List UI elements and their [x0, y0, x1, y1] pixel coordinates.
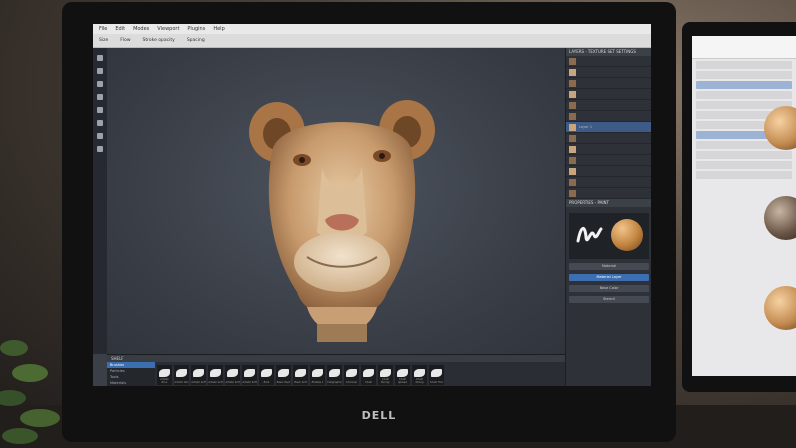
eraser-icon[interactable]	[97, 68, 103, 74]
brush-item[interactable]: Basic Hard	[276, 365, 291, 385]
layer-thumbnail	[569, 167, 576, 175]
layer-row[interactable]	[566, 111, 651, 122]
layers-panel-title: LAYERS · TEXTURE SET SETTINGS	[566, 48, 651, 56]
asset-browser-header	[692, 36, 796, 59]
layer-row[interactable]	[566, 144, 651, 155]
layer-thumbnail	[569, 123, 576, 131]
brush-item[interactable]: Basic Soft	[293, 365, 308, 385]
menu-plugins[interactable]: Plugins	[187, 26, 205, 32]
stroke-opacity-control[interactable]: Stroke opacity	[143, 38, 175, 43]
layer-row[interactable]	[566, 100, 651, 111]
color-picker-icon[interactable]	[97, 133, 103, 139]
material-button[interactable]: Material	[569, 263, 649, 270]
layer-thumbnail	[569, 68, 576, 76]
selected-layer-label: Layer 1	[579, 125, 593, 129]
brush-preview	[569, 213, 649, 259]
brush-item[interactable]: Artistic Soft	[208, 365, 223, 385]
layer-row[interactable]	[566, 56, 651, 67]
shelf-title: SHELF	[107, 355, 565, 362]
brush-item[interactable]: Artistic Soft	[191, 365, 206, 385]
layer-row[interactable]	[566, 155, 651, 166]
asset-row[interactable]	[696, 61, 792, 69]
layer-thumbnail	[569, 145, 576, 153]
menu-file[interactable]: File	[99, 26, 107, 32]
brush-item[interactable]: Chalk Bumpy	[378, 365, 393, 385]
tool-properties-bar: Size Flow Stroke opacity Spacing	[93, 34, 651, 48]
brush-item[interactable]: Artistic Soft	[242, 365, 257, 385]
smudge-icon[interactable]	[97, 107, 103, 113]
material-layer-button[interactable]: Material Layer	[569, 274, 649, 281]
menu-viewport[interactable]: Viewport	[157, 26, 179, 32]
asset-row[interactable]	[696, 71, 792, 79]
brush-item[interactable]: Bristles 1	[310, 365, 325, 385]
brush-item[interactable]: Artistic Brus	[157, 365, 172, 385]
layer-thumbnail	[569, 79, 576, 87]
brush-item[interactable]: Chalk	[361, 365, 376, 385]
layer-row-selected[interactable]: Layer 1	[566, 122, 651, 133]
layer-thumbnail	[569, 189, 576, 197]
layer-thumbnail	[569, 134, 576, 142]
projection-icon[interactable]	[97, 81, 103, 87]
layer-row[interactable]	[566, 133, 651, 144]
material-ball-thumbnail[interactable]	[764, 196, 796, 240]
layer-thumbnail	[569, 90, 576, 98]
tool-sidebar	[93, 48, 107, 354]
layer-thumbnail	[569, 178, 576, 186]
base-color-button[interactable]: Base Color	[569, 285, 649, 292]
layer-row[interactable]	[566, 166, 651, 177]
properties-panel-title: PROPERTIES - PAINT	[566, 199, 651, 207]
layer-row[interactable]	[566, 89, 651, 100]
material-ball-thumbnail[interactable]	[764, 286, 796, 330]
bake-icon[interactable]	[97, 146, 103, 152]
plant	[0, 340, 60, 444]
brush-item[interactable]: Chalk Thin	[429, 365, 444, 385]
flow-control[interactable]: Flow	[120, 38, 130, 43]
polygon-fill-icon[interactable]	[97, 94, 103, 100]
menu-help[interactable]: Help	[213, 26, 224, 32]
menu-modes[interactable]: Modes	[133, 26, 149, 32]
layer-row[interactable]	[566, 188, 651, 199]
brush-item[interactable]: Charcoal	[344, 365, 359, 385]
brush-list: Artistic Brus Artistic Pen Artistic Soft…	[157, 365, 444, 385]
asset-row[interactable]	[696, 91, 792, 99]
right-panel: LAYERS · TEXTURE SET SETTINGS Layer 1 PR…	[565, 48, 651, 396]
menu-edit[interactable]: Edit	[115, 26, 125, 32]
layer-thumbnail	[569, 101, 576, 109]
asset-row[interactable]	[696, 171, 792, 179]
layer-row[interactable]	[566, 67, 651, 78]
clone-icon[interactable]	[97, 120, 103, 126]
stencil-button[interactable]: Stencil	[569, 296, 649, 303]
lion-head-sculpture	[249, 100, 435, 342]
layer-thumbnail	[569, 112, 576, 120]
layer-row[interactable]	[566, 177, 651, 188]
asset-row[interactable]	[696, 151, 792, 159]
menu-bar: File Edit Modes Viewport Plugins Help	[93, 24, 651, 34]
photo-scene: DELL File Edit Modes Viewport Plugins He…	[0, 0, 796, 448]
windows-taskbar	[93, 386, 651, 396]
brush-item[interactable]: Calligraphic	[327, 365, 342, 385]
paint-brush-icon[interactable]	[97, 55, 103, 61]
brush-item[interactable]: Chalk Strong	[412, 365, 427, 385]
material-preview-sphere	[611, 219, 643, 251]
layer-row[interactable]	[566, 78, 651, 89]
layer-thumbnail	[569, 57, 576, 65]
brush-stroke-preview	[576, 227, 603, 243]
asset-row-selected[interactable]	[696, 81, 792, 89]
layer-thumbnail	[569, 156, 576, 164]
monitor-brand-logo: DELL	[361, 409, 397, 422]
brush-item[interactable]: Artistic Pen	[174, 365, 189, 385]
size-control[interactable]: Size	[99, 38, 108, 43]
brush-item[interactable]: Artistic Soft	[225, 365, 240, 385]
asset-row[interactable]	[696, 161, 792, 169]
secondary-screen	[692, 36, 796, 376]
brush-item[interactable]: Chalk Spread	[395, 365, 410, 385]
spacing-control[interactable]: Spacing	[187, 38, 205, 43]
brush-item[interactable]: Bark	[259, 365, 274, 385]
